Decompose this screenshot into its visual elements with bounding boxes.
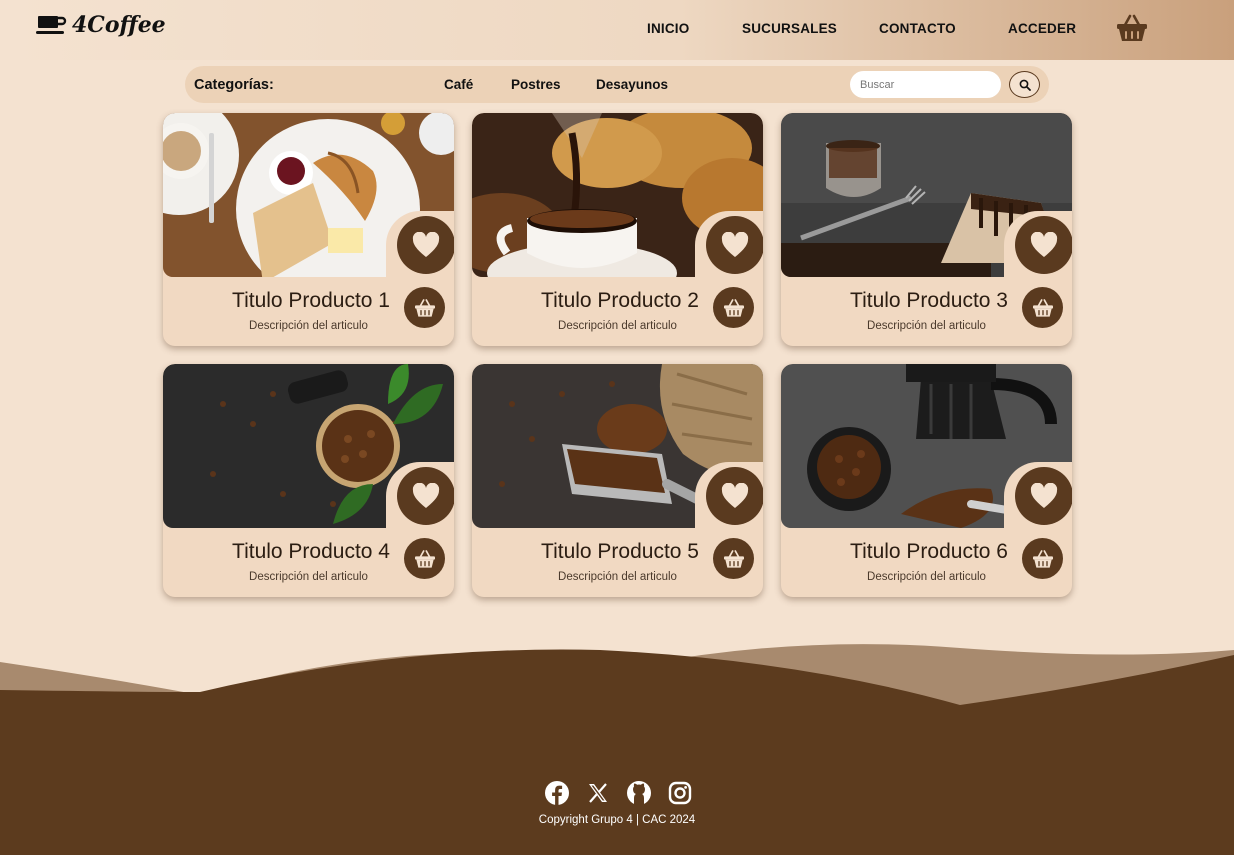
product-title: Titulo Producto 2 [541,289,699,312]
header: 4Coffee INICIO SUCURSALES CONTACTO ACCED… [0,0,1234,60]
heart-icon [412,232,440,257]
nav-contacto[interactable]: CONTACTO [879,21,956,36]
product-card: Titulo Producto 5 Descripción del articu… [472,364,763,597]
search-icon [1019,79,1031,91]
social-links [543,779,693,806]
main-nav: INICIO SUCURSALES CONTACTO ACCEDER [0,21,1234,41]
categories-bar: Categorías: Café Postres Desayunos [185,66,1049,103]
add-to-cart-button[interactable] [404,538,445,579]
add-to-cart-button[interactable] [713,538,754,579]
nav-acceder[interactable]: ACCEDER [1008,21,1076,36]
basket-icon [1032,298,1053,317]
basket-icon [414,298,435,317]
copyright-text: Copyright Grupo 4 | CAC 2024 [538,814,696,826]
product-title: Titulo Producto 1 [232,289,390,312]
search-input[interactable] [850,71,1001,98]
favorite-button[interactable] [1015,467,1072,525]
category-postres[interactable]: Postres [511,77,561,92]
product-card: Titulo Producto 6 Descripción del articu… [781,364,1072,597]
add-to-cart-button[interactable] [713,287,754,328]
nav-sucursales[interactable]: SUCURSALES [742,21,837,36]
basket-icon [723,549,744,568]
heart-icon [721,483,749,508]
favorite-button[interactable] [397,216,454,274]
product-title: Titulo Producto 6 [850,540,1008,563]
basket-icon [414,549,435,568]
basket-icon [1117,14,1147,41]
product-card: Titulo Producto 1 Descripción del articu… [163,113,454,346]
product-card: Titulo Producto 4 Descripción del articu… [163,364,454,597]
add-to-cart-button[interactable] [404,287,445,328]
favorite-button[interactable] [706,216,763,274]
footer: Copyright Grupo 4 | CAC 2024 [0,712,1234,855]
heart-icon [721,232,749,257]
add-to-cart-button[interactable] [1022,538,1063,579]
x-icon[interactable] [584,779,611,806]
heart-icon [1030,232,1058,257]
github-icon[interactable] [625,779,652,806]
basket-icon [723,298,744,317]
categories-title: Categorías: [194,77,274,93]
product-card: Titulo Producto 2 Descripción del articu… [472,113,763,346]
nav-inicio[interactable]: INICIO [647,21,689,36]
add-to-cart-button[interactable] [1022,287,1063,328]
footer-waves [0,644,1234,715]
product-title: Titulo Producto 4 [232,540,390,563]
instagram-icon[interactable] [666,779,693,806]
facebook-icon[interactable] [543,779,570,806]
heart-icon [1030,483,1058,508]
heart-icon [412,483,440,508]
product-title: Titulo Producto 3 [850,289,1008,312]
category-cafe[interactable]: Café [444,77,473,92]
favorite-button[interactable] [706,467,763,525]
favorite-button[interactable] [397,467,454,525]
basket-icon [1032,549,1053,568]
product-title: Titulo Producto 5 [541,540,699,563]
product-card: Titulo Producto 3 Descripción del articu… [781,113,1072,346]
cart-button[interactable] [1116,13,1148,48]
search-button[interactable] [1009,71,1040,98]
favorite-button[interactable] [1015,216,1072,274]
category-desayunos[interactable]: Desayunos [596,77,668,92]
